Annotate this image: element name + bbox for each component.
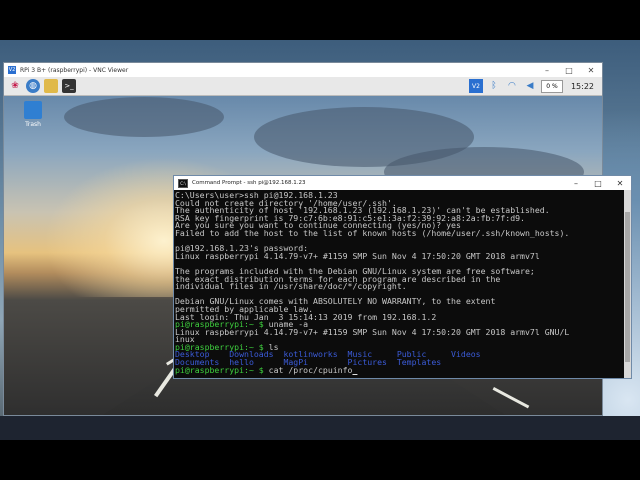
pi-taskbar: ❀ ◍ >_ V2 ᛒ ◠ ◀ 0 % 15:22 xyxy=(4,77,602,96)
vnc-titlebar[interactable]: V2 RPi 3 B+ (raspberrypi) - VNC Viewer –… xyxy=(4,63,602,77)
terminal-line: Linux raspberrypi 4.14.79-v7+ #1159 SMP … xyxy=(175,250,540,261)
terminal-icon[interactable]: >_ xyxy=(62,79,76,93)
wifi-icon[interactable]: ◠ xyxy=(505,79,519,93)
trash-label: Trash xyxy=(25,121,41,128)
clock[interactable]: 15:22 xyxy=(571,82,594,91)
cmd-window-title: Command Prompt - ssh pi@192.168.1.23 xyxy=(192,180,306,186)
cmd-maximize-button[interactable]: □ xyxy=(587,179,609,188)
file-manager-icon[interactable] xyxy=(44,79,58,93)
text-cursor: _ xyxy=(352,364,358,375)
cmd-scrollbar-thumb[interactable] xyxy=(625,212,630,362)
vnc-minimize-button[interactable]: – xyxy=(536,66,558,75)
vnc-tray-icon[interactable]: V2 xyxy=(468,79,483,93)
vnc-maximize-button[interactable]: □ xyxy=(558,66,580,75)
terminal-line: individual files in /usr/share/doc/*/cop… xyxy=(175,281,407,292)
cmd-close-button[interactable]: ✕ xyxy=(609,179,631,188)
cpu-usage-indicator: 0 % xyxy=(540,79,563,93)
shell-command: cat /proc/cpuinfo xyxy=(263,364,353,375)
shell-prompt: pi@raspberrypi:~ $ xyxy=(175,364,264,375)
cmd-titlebar[interactable]: C:\ Command Prompt - ssh pi@192.168.1.23… xyxy=(174,176,631,190)
trash-icon xyxy=(24,101,42,119)
terminal-line: pi@raspberrypi:~ $ cat /proc/cpuinfo_ xyxy=(175,364,623,375)
volume-icon[interactable]: ◀ xyxy=(523,79,537,93)
bluetooth-icon[interactable]: ᛒ xyxy=(487,79,501,93)
web-browser-icon[interactable]: ◍ xyxy=(26,79,40,93)
host-bottom-strip xyxy=(0,416,640,440)
vnc-window-title: RPi 3 B+ (raspberrypi) - VNC Viewer xyxy=(20,66,129,74)
wallpaper-lane-line xyxy=(492,387,530,409)
wallpaper-cloud xyxy=(64,97,224,137)
trash-desktop-icon[interactable]: Trash xyxy=(18,101,48,128)
vnc-app-icon: V2 xyxy=(8,66,16,74)
cmd-minimize-button[interactable]: – xyxy=(565,179,587,188)
command-prompt-window[interactable]: C:\ Command Prompt - ssh pi@192.168.1.23… xyxy=(173,175,632,379)
raspberry-menu-icon[interactable]: ❀ xyxy=(8,79,22,93)
terminal-line: Failed to add the host to the list of kn… xyxy=(175,227,570,238)
terminal-line: Linux raspberrypi 4.14.79-v7+ #1159 SMP … xyxy=(175,326,570,337)
vnc-close-button[interactable]: ✕ xyxy=(580,66,602,75)
cmd-app-icon: C:\ xyxy=(178,178,188,188)
cmd-scrollbar[interactable] xyxy=(624,190,631,378)
terminal-output[interactable]: C:\Users\user>ssh pi@192.168.1.23 Could n… xyxy=(174,190,623,378)
